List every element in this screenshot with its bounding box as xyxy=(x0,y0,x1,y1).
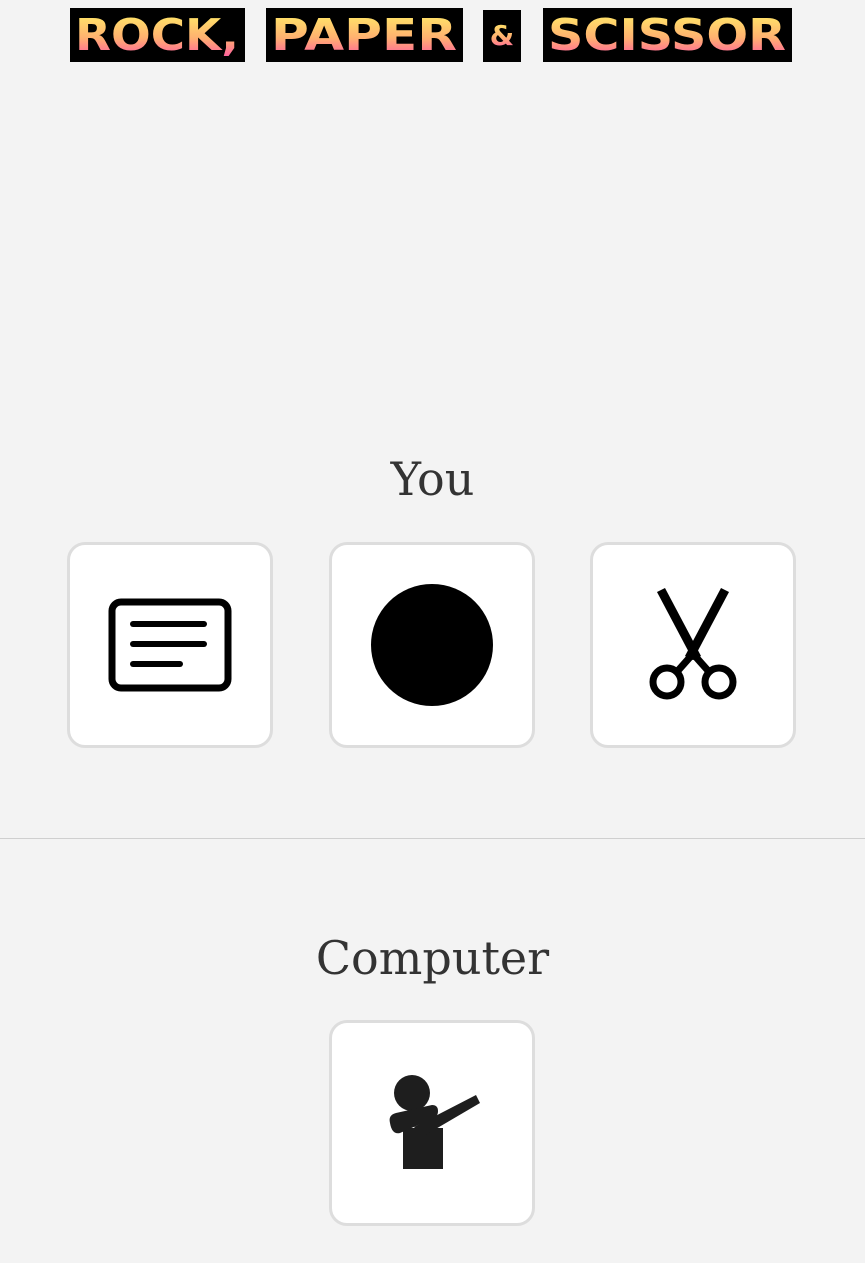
title-word-scissor: SCISSOR xyxy=(548,10,786,61)
player-label: You xyxy=(390,452,475,506)
computer-choice-card xyxy=(329,1020,535,1226)
title-word-paper: PAPER xyxy=(271,10,457,61)
paper-choice-button[interactable] xyxy=(67,542,273,748)
dab-person-icon xyxy=(389,1075,480,1169)
section-divider xyxy=(0,838,865,839)
title-logo-graphic: ROCK, PAPER & SCISSOR xyxy=(70,8,792,62)
paper-icon xyxy=(108,598,232,692)
game-title-logo: ROCK, PAPER & SCISSOR xyxy=(70,8,794,64)
title-ampersand: & xyxy=(490,19,514,52)
rock-choice-button[interactable] xyxy=(329,542,535,748)
title-word-rock: ROCK, xyxy=(75,10,239,61)
computer-label: Computer xyxy=(315,931,550,985)
scissors-choice-button[interactable] xyxy=(590,542,796,748)
rock-icon xyxy=(371,584,493,706)
scissors-icon xyxy=(649,588,737,700)
